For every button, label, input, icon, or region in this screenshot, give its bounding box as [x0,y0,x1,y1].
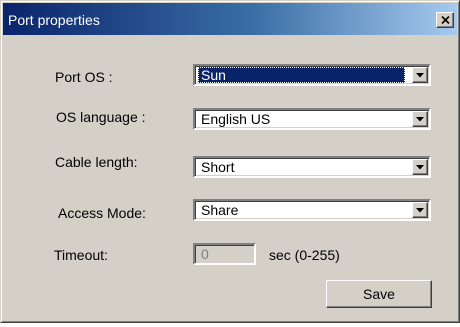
access-mode-value: Share [201,202,239,218]
timeout-unit: sec (0-255) [269,247,340,263]
title-bar: Port properties [3,3,457,35]
save-button[interactable]: Save [326,280,432,308]
timeout-input[interactable]: 0 [193,243,256,265]
chevron-down-icon [416,207,424,213]
cable-length-label: Cable length: [55,154,138,170]
port-os-value: Sun [198,67,405,83]
chevron-down-icon [416,164,424,170]
close-button[interactable] [436,12,454,28]
access-mode-select[interactable]: Share [193,199,431,221]
cable-length-value: Short [201,159,235,175]
os-language-value: English US [201,111,271,127]
timeout-label: Timeout: [54,247,108,263]
chevron-down-icon [416,72,424,78]
cable-length-select[interactable]: Short [193,156,431,178]
timeout-value: 0 [201,246,209,262]
port-os-select[interactable]: Sun [193,64,431,86]
os-language-select[interactable]: English US [193,108,431,130]
os-language-dropdown-button[interactable] [412,111,428,127]
port-os-dropdown-button[interactable] [412,67,428,83]
access-mode-dropdown-button[interactable] [412,202,428,218]
os-language-label: OS language : [56,109,146,125]
close-icon [440,16,450,24]
chevron-down-icon [416,116,424,122]
port-properties-dialog: Port properties Port OS : Sun OS languag… [0,0,460,323]
access-mode-label: Access Mode: [58,205,146,221]
cable-length-dropdown-button[interactable] [412,159,428,175]
dialog-title: Port properties [8,12,100,28]
port-os-label: Port OS : [55,69,113,85]
